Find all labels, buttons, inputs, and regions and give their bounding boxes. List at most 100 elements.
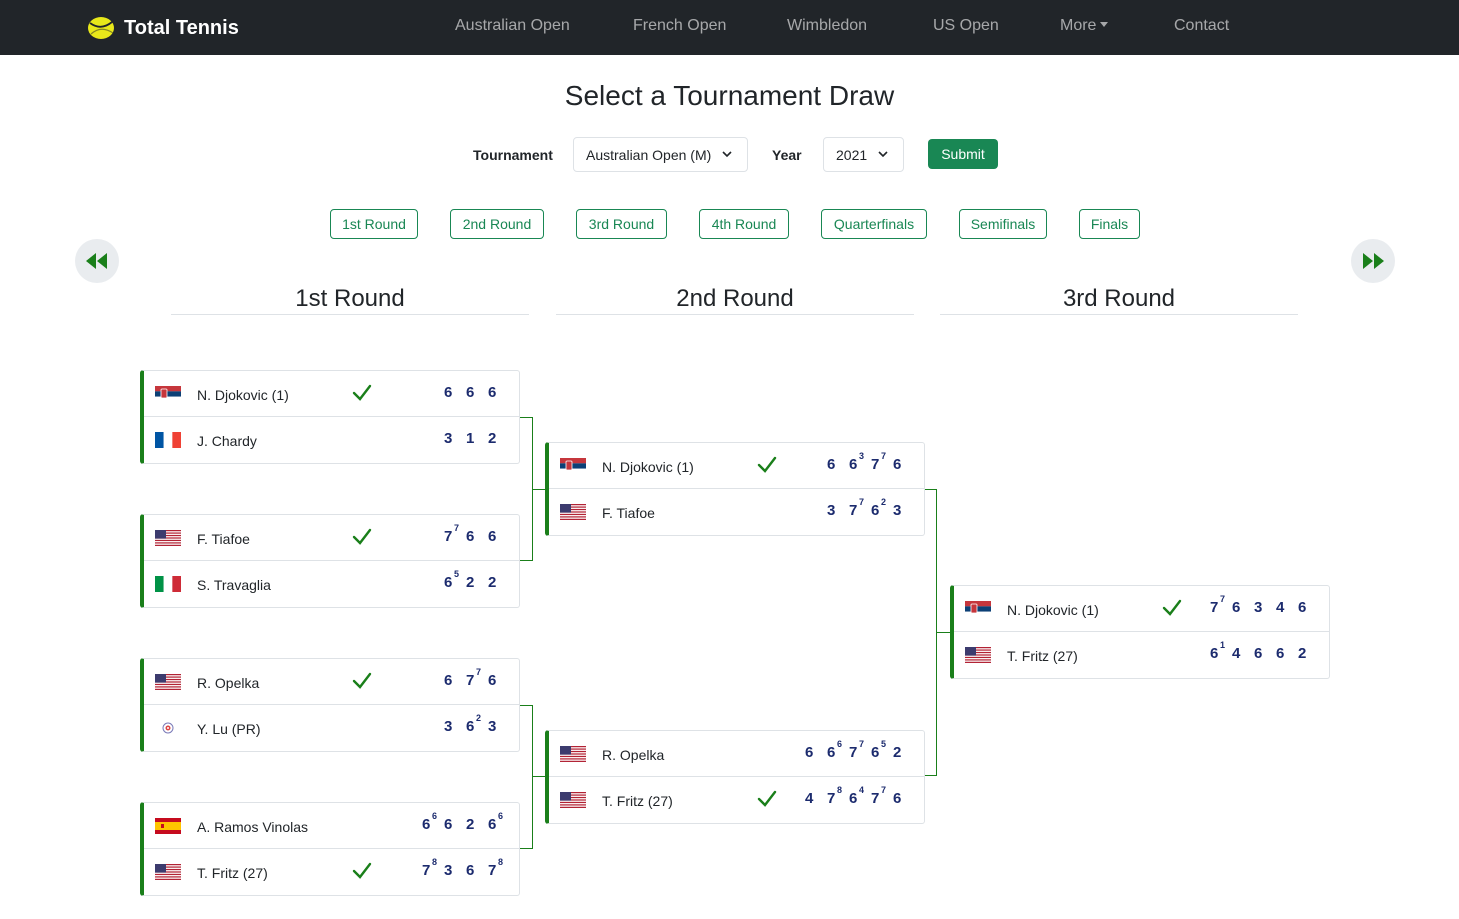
set-scores: 6522: [444, 569, 502, 591]
set-score: 3: [444, 430, 458, 447]
games-won: 6: [1254, 645, 1263, 662]
nav-more-dropdown[interactable]: More: [1060, 17, 1109, 35]
player-name[interactable]: Y. Lu (PR): [197, 721, 261, 737]
tiebreak-score: 1: [1220, 640, 1226, 650]
player-row: T. Fritz (27) 7 8 3 6 7 8: [144, 849, 520, 895]
games-won: 3: [444, 430, 453, 447]
set-scores: 7766: [444, 523, 502, 545]
player-name[interactable]: T. Fritz (27): [1007, 648, 1078, 664]
checkmark-icon: [352, 384, 372, 401]
games-won: 6: [871, 744, 880, 761]
round-btn-finals[interactable]: Finals: [1079, 209, 1140, 239]
nav-wimbledon[interactable]: Wimbledon: [787, 17, 867, 35]
nav-contact[interactable]: Contact: [1174, 17, 1229, 35]
set-score: 61: [1210, 640, 1225, 662]
set-score: 66: [488, 811, 503, 833]
player-row: F. Tiafoe 7 7 6 6: [144, 515, 520, 561]
player-name[interactable]: R. Opelka: [197, 675, 259, 691]
round-title-1: 1st Round: [171, 285, 529, 315]
player-row: N. Djokovic (1) 6 6 3 7 7 6: [549, 443, 925, 489]
flag-usa-icon: [560, 504, 586, 520]
tiebreak-score: 8: [837, 785, 843, 795]
games-won: 6: [466, 862, 475, 879]
player-name[interactable]: J. Chardy: [197, 433, 257, 449]
games-won: 6: [466, 718, 475, 735]
chevron-down-icon: [878, 151, 888, 158]
set-score: 6: [1232, 599, 1246, 616]
flag-usa-icon: [155, 530, 181, 546]
round-btn-3rd[interactable]: 3rd Round: [576, 209, 667, 239]
games-won: 2: [466, 816, 475, 833]
games-won: 6: [1298, 599, 1307, 616]
tiebreak-score: 7: [881, 451, 887, 461]
games-won: 6: [488, 528, 497, 545]
player-name[interactable]: R. Opelka: [602, 747, 664, 763]
player-row: A. Ramos Vinolas 6 6 6 2 6 6: [144, 803, 520, 849]
player-row: N. Djokovic (1) 6 6 6: [144, 371, 520, 417]
games-won: 1: [466, 430, 475, 447]
games-won: 6: [444, 384, 453, 401]
set-score: 78: [827, 785, 842, 807]
set-score: 2: [488, 430, 502, 447]
nav-us-open[interactable]: US Open: [933, 17, 999, 35]
nav-french-open[interactable]: French Open: [633, 17, 726, 35]
set-scores: 66677652: [805, 739, 907, 761]
set-score: 77: [466, 667, 481, 689]
set-scores: 666266: [422, 811, 503, 833]
round-title-3: 3rd Round: [940, 285, 1298, 315]
set-score: 6: [1276, 645, 1290, 662]
set-score: 77: [849, 497, 864, 519]
flag-usa-icon: [560, 792, 586, 808]
round-btn-4th[interactable]: 4th Round: [699, 209, 789, 239]
player-name[interactable]: T. Fritz (27): [197, 865, 268, 881]
games-won: 6: [1210, 645, 1219, 662]
nav-australian-open[interactable]: Australian Open: [455, 17, 570, 35]
player-name[interactable]: T. Fritz (27): [602, 793, 673, 809]
games-won: 3: [444, 862, 453, 879]
games-won: 3: [488, 718, 497, 735]
checkmark-icon: [352, 672, 372, 689]
match-card: R. Opelka 6 7 7 6 Y. Lu (PR) 3 6 2 3: [140, 658, 520, 752]
tournament-select[interactable]: Australian Open (M): [573, 137, 748, 172]
previous-rounds-button[interactable]: [75, 239, 119, 283]
year-select[interactable]: 2021: [823, 137, 904, 172]
set-score: 77: [444, 523, 459, 545]
set-score: 3: [827, 502, 841, 519]
set-score: 6: [827, 456, 841, 473]
games-won: 2: [893, 744, 902, 761]
games-won: 6: [871, 502, 880, 519]
player-name[interactable]: N. Djokovic (1): [1007, 602, 1099, 618]
set-score: 66: [827, 739, 842, 761]
player-name[interactable]: N. Djokovic (1): [197, 387, 289, 403]
games-won: 7: [827, 790, 836, 807]
set-score: 3: [1254, 599, 1268, 616]
checkmark-icon: [352, 528, 372, 545]
player-name[interactable]: N. Djokovic (1): [602, 459, 694, 475]
year-select-value: 2021: [836, 147, 868, 163]
set-score: 62: [871, 497, 886, 519]
set-score: 77: [849, 739, 864, 761]
tiebreak-score: 5: [881, 739, 887, 749]
checkmark-icon: [757, 456, 777, 473]
games-won: 7: [871, 456, 880, 473]
next-rounds-button[interactable]: [1351, 239, 1395, 283]
player-name[interactable]: F. Tiafoe: [197, 531, 250, 547]
player-name[interactable]: S. Travaglia: [197, 577, 271, 593]
set-score: 6: [488, 528, 502, 545]
set-score: 78: [488, 857, 503, 879]
set-score: 2: [466, 816, 480, 833]
player-name[interactable]: F. Tiafoe: [602, 505, 655, 521]
checkmark-icon: [757, 790, 777, 807]
set-scores: 312: [444, 430, 502, 447]
set-scores: 614662: [1210, 640, 1312, 662]
round-btn-1st[interactable]: 1st Round: [330, 209, 418, 239]
submit-button[interactable]: Submit: [928, 139, 998, 169]
player-name[interactable]: A. Ramos Vinolas: [197, 819, 308, 835]
set-score: 6: [444, 672, 458, 689]
round-btn-2nd[interactable]: 2nd Round: [450, 209, 544, 239]
set-score: 4: [1232, 645, 1246, 662]
round-btn-semifinals[interactable]: Semifinals: [959, 209, 1047, 239]
round-btn-quarterfinals[interactable]: Quarterfinals: [821, 209, 927, 239]
checkmark-icon: [352, 862, 372, 879]
brand-link[interactable]: Total Tennis: [86, 14, 239, 42]
